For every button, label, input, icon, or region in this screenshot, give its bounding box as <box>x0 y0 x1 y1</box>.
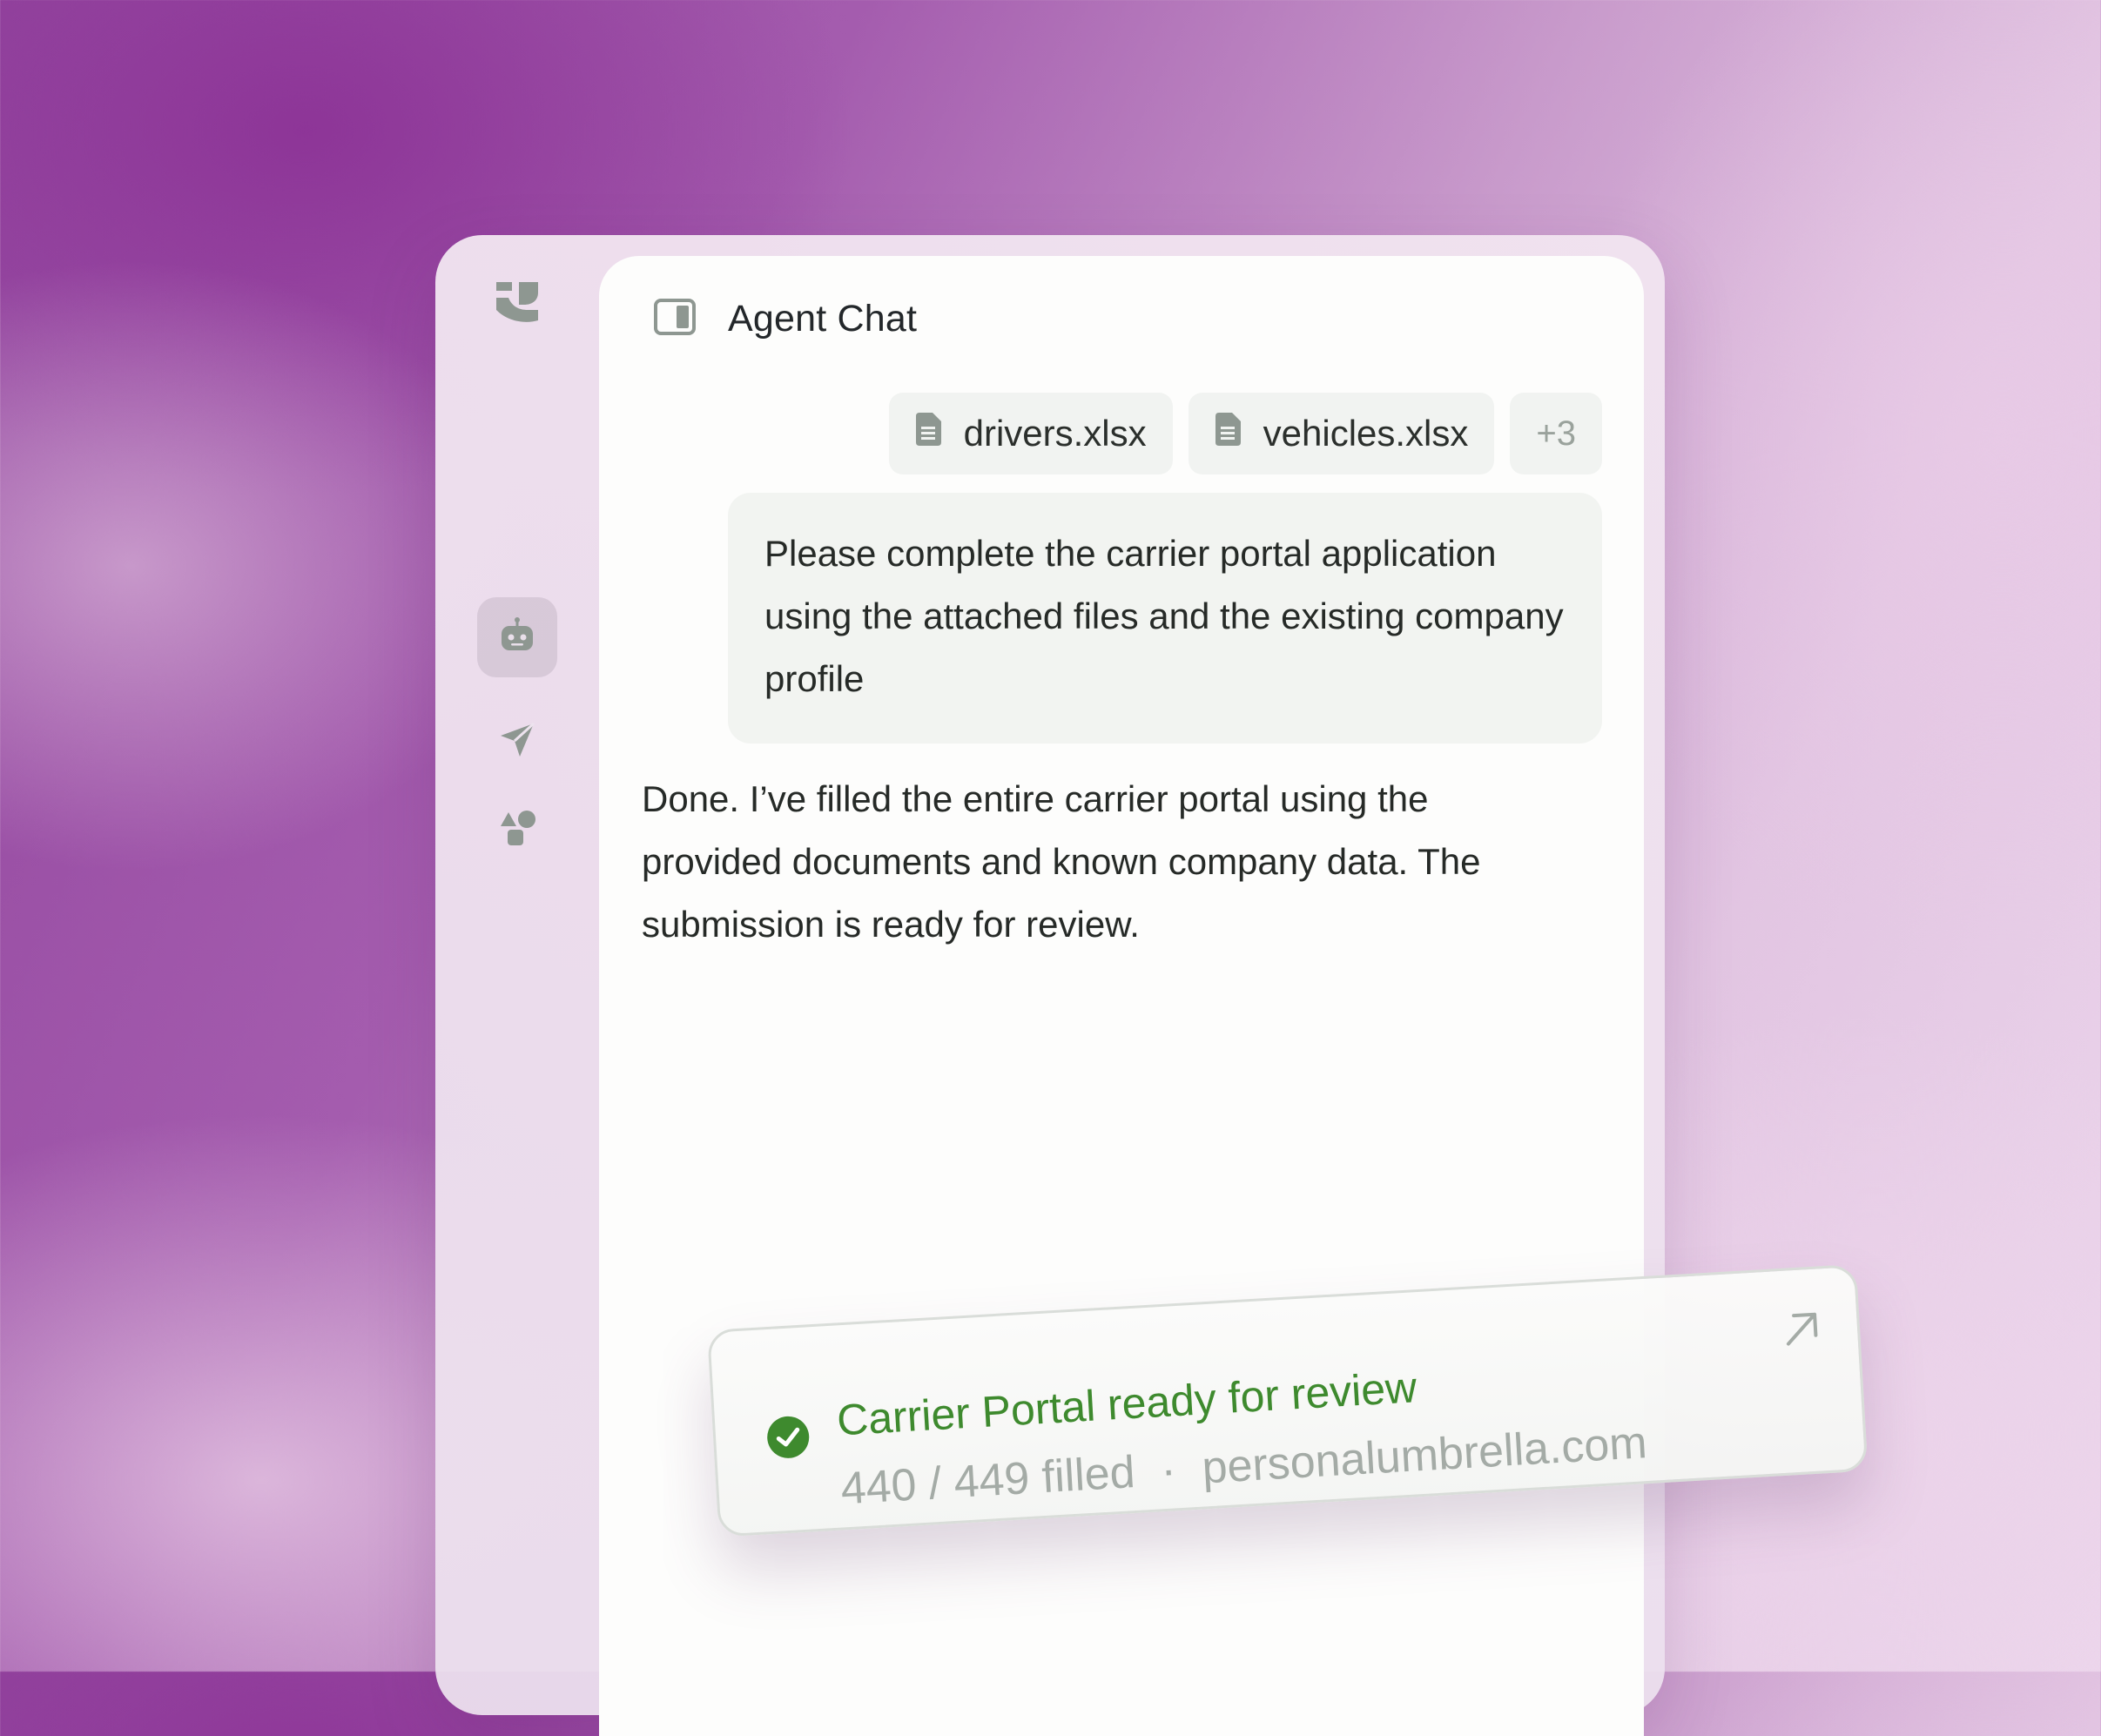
check-circle-icon <box>765 1414 811 1464</box>
rail-item-shapes[interactable] <box>477 789 557 869</box>
shapes-icon <box>497 807 537 851</box>
attachment-name: drivers.xlsx <box>963 413 1147 454</box>
attachment-list: drivers.xlsx vehicles.xlsx +3 <box>888 393 1602 474</box>
attachment-chip[interactable]: drivers.xlsx <box>888 393 1173 474</box>
more-attachments-chip[interactable]: +3 <box>1510 393 1602 474</box>
rail-item-send[interactable] <box>477 702 557 782</box>
user-message: Please complete the carrier portal appli… <box>728 493 1602 744</box>
robot-icon <box>498 616 536 659</box>
portal-domain: personalumbrella.com <box>1200 1417 1649 1494</box>
arrow-up-right-icon[interactable] <box>1780 1307 1824 1356</box>
left-rail <box>435 235 599 1715</box>
rail-item-agent[interactable] <box>477 597 557 677</box>
chat-title: Agent Chat <box>728 298 918 340</box>
send-icon <box>497 720 537 764</box>
attachment-name: vehicles.xlsx <box>1263 413 1469 454</box>
attachment-chip[interactable]: vehicles.xlsx <box>1188 393 1495 474</box>
file-icon <box>1213 411 1242 456</box>
notification-title: Carrier Portal ready for review <box>835 1363 1418 1445</box>
chat-header: Agent Chat <box>653 298 917 340</box>
brand-logo-icon[interactable] <box>493 279 542 327</box>
separator-dot: · <box>1159 1444 1178 1497</box>
agent-message: Done. I’ve filled the entire carrier por… <box>642 778 1481 945</box>
file-icon <box>913 411 943 456</box>
sidebar-toggle-icon[interactable] <box>653 298 697 340</box>
filled-count: 440 / 449 filled <box>839 1447 1137 1515</box>
